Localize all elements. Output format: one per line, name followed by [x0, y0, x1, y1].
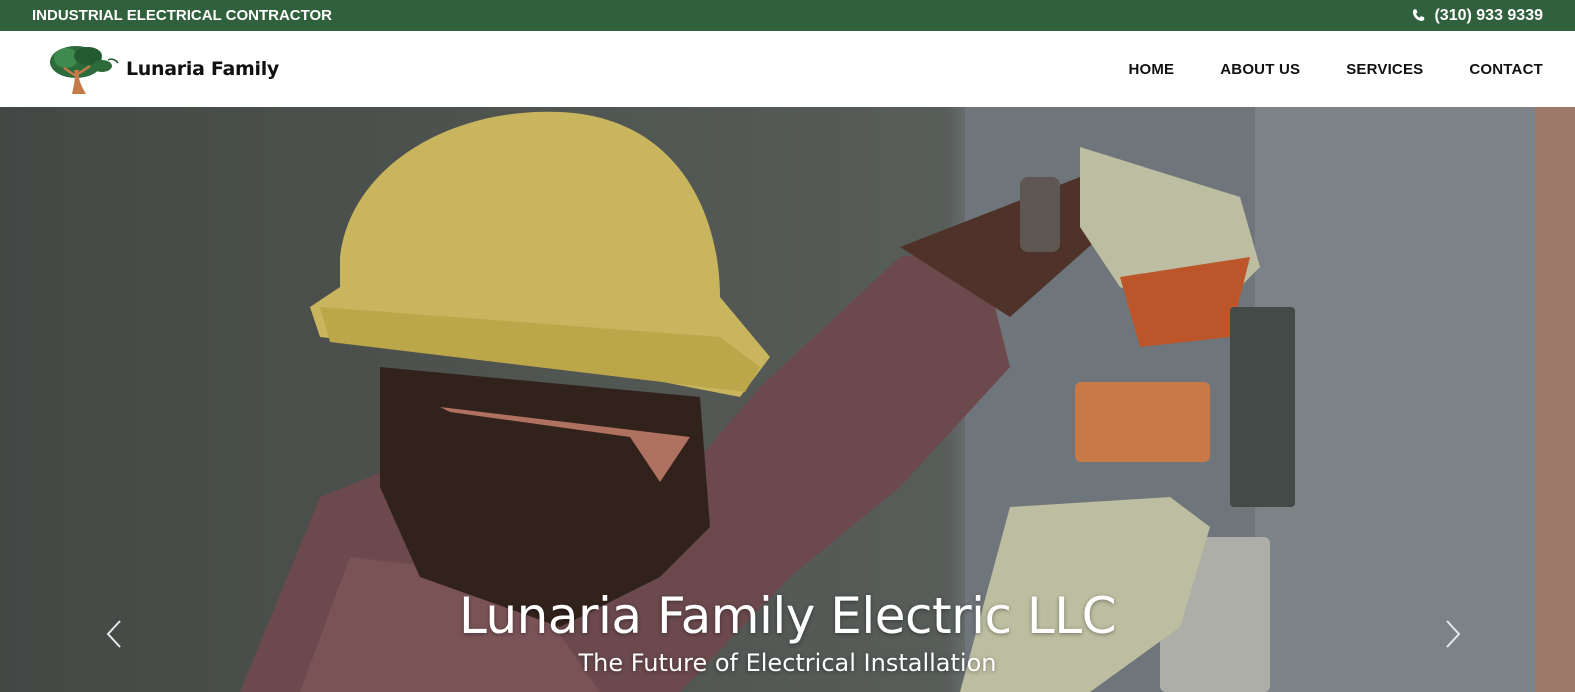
hero-subtitle: The Future of Electrical Installation: [578, 649, 997, 677]
slider-prev-button[interactable]: [102, 617, 126, 651]
nav-contact[interactable]: CONTACT: [1469, 61, 1543, 78]
site-header: Lunaria Family HOME ABOUT US SERVICES CO…: [0, 31, 1575, 107]
phone-icon: [1413, 9, 1425, 22]
chevron-left-icon: [106, 620, 121, 648]
slider-next-button[interactable]: [1441, 617, 1465, 651]
phone-number: (310) 933 9339: [1434, 6, 1543, 24]
tagline: INDUSTRIAL ELECTRICAL CONTRACTOR: [32, 7, 332, 24]
nav-services[interactable]: SERVICES: [1346, 61, 1423, 78]
tree-logo: [50, 46, 119, 94]
brand-name: Lunaria Family: [126, 58, 279, 80]
top-bar: INDUSTRIAL ELECTRICAL CONTRACTOR (310) 9…: [0, 0, 1575, 31]
hero-title: Lunaria Family Electric LLC: [458, 587, 1117, 645]
hero-slider: Lunaria Family Electric LLC The Future o…: [0, 107, 1575, 692]
nav-home[interactable]: HOME: [1128, 61, 1174, 78]
phone-link[interactable]: (310) 933 9339: [1411, 7, 1543, 25]
chevron-right-icon: [1446, 620, 1461, 648]
main-nav: HOME ABOUT US SERVICES CONTACT: [1128, 61, 1543, 78]
nav-about-us[interactable]: ABOUT US: [1220, 61, 1300, 78]
logo-link[interactable]: Lunaria Family: [46, 42, 279, 96]
